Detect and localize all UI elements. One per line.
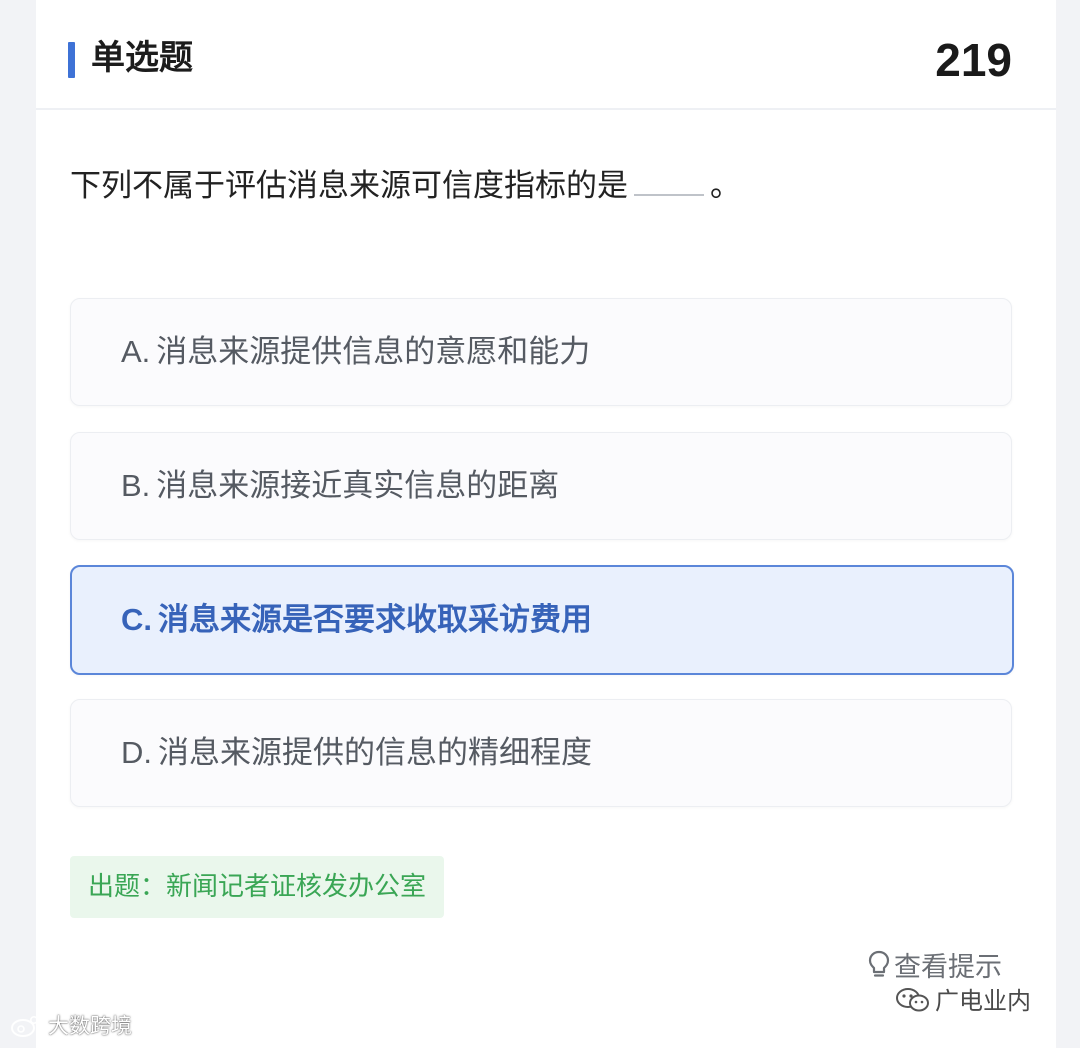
question-source-tag: 出题：新闻记者证核发办公室	[70, 856, 445, 918]
wechat-watermark: 广电业内	[895, 984, 1031, 1023]
option-d[interactable]: D. 消息来源提供的信息的精细程度	[70, 699, 1012, 807]
option-a[interactable]: A. 消息来源提供信息的意愿和能力	[70, 298, 1012, 406]
option-a-label: A. 消息来源提供信息的意愿和能力	[121, 330, 590, 374]
option-c-label: C. 消息来源是否要求收取采访费用	[121, 598, 592, 642]
hint-label: 查看提示	[894, 952, 1002, 983]
question-stem: 下列不属于评估消息来源可信度指标的是	[70, 168, 628, 204]
option-text: 消息来源提供信息的意愿和能力	[156, 334, 591, 370]
question-end-punctuation: 。	[710, 168, 741, 204]
title-accent-bar	[68, 42, 75, 78]
weibo-icon	[10, 1014, 44, 1047]
question-number: 219	[935, 34, 1012, 86]
lightbulb-icon	[868, 950, 890, 980]
view-hint-button[interactable]: 查看提示	[868, 948, 1002, 988]
wechat-watermark-text: 广电业内	[935, 987, 1031, 1015]
answer-blank	[634, 164, 704, 196]
wechat-icon	[895, 986, 931, 1023]
question-type-title: 单选题	[91, 38, 193, 78]
option-text: 消息来源接近真实信息的距离	[156, 468, 560, 504]
option-text: 消息来源提供的信息的精细程度	[158, 735, 592, 771]
option-d-label: D. 消息来源提供的信息的精细程度	[121, 731, 592, 775]
weibo-watermark-text: 大数跨境	[48, 1014, 132, 1038]
option-c-selected[interactable]: C. 消息来源是否要求收取采访费用	[70, 565, 1014, 675]
option-letter: B.	[121, 468, 151, 503]
option-letter: C.	[121, 602, 152, 637]
card-header: 单选题 219	[36, 0, 1056, 110]
question-text: 下列不属于评估消息来源可信度指标的是 。	[70, 164, 741, 208]
question-card: 单选题 219 下列不属于评估消息来源可信度指标的是 。 A. 消息来源提供信息的意…	[36, 0, 1056, 1048]
option-letter: A.	[121, 334, 151, 369]
option-b-label: B. 消息来源接近真实信息的距离	[121, 464, 559, 508]
option-b[interactable]: B. 消息来源接近真实信息的距离	[70, 432, 1012, 540]
weibo-watermark: 大数跨境	[10, 1010, 132, 1047]
option-letter: D.	[121, 735, 152, 770]
option-text: 消息来源是否要求收取采访费用	[158, 602, 592, 638]
